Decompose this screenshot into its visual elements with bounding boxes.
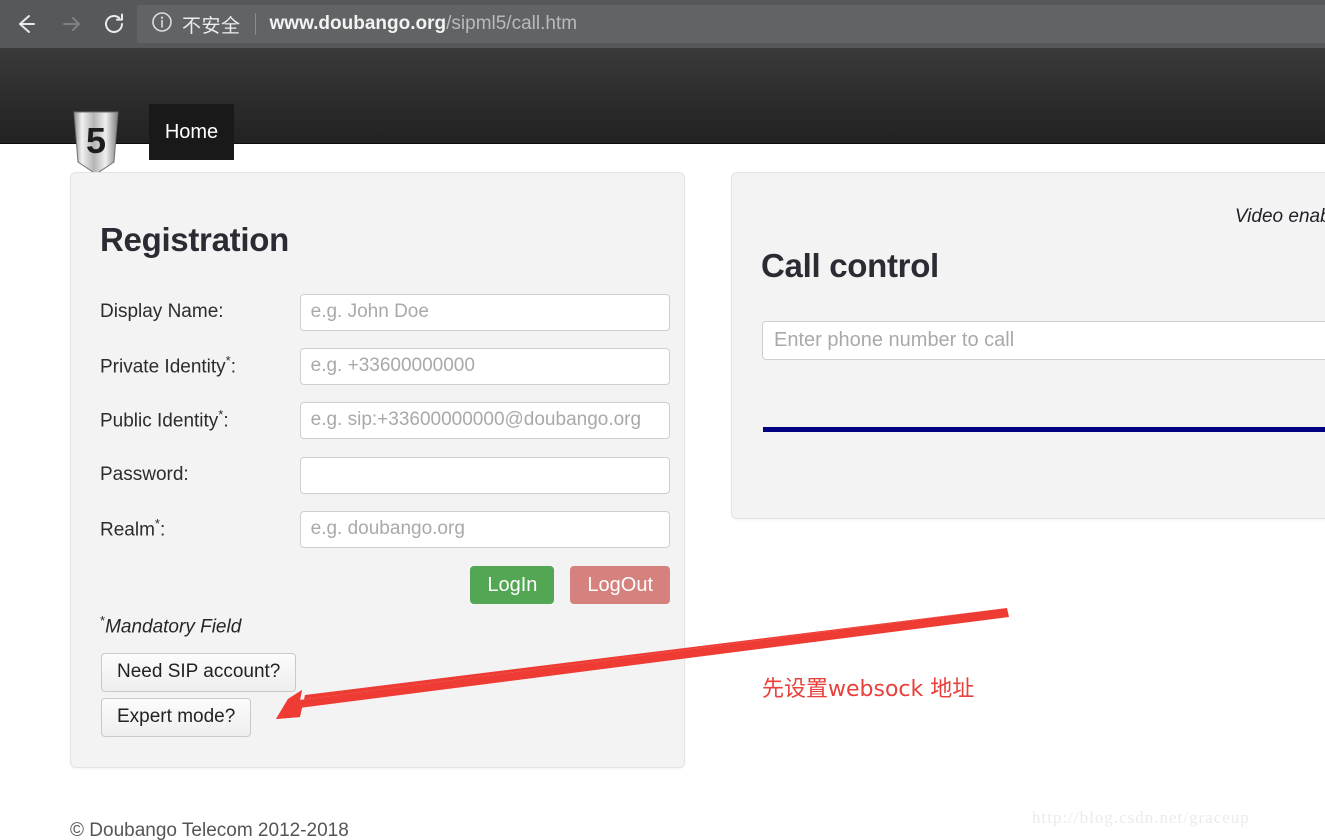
- registration-title: Registration: [100, 221, 289, 258]
- display-name-input[interactable]: [299, 293, 670, 331]
- expert-mode-button[interactable]: Expert mode?: [101, 698, 252, 737]
- info-circle-icon[interactable]: [151, 11, 173, 38]
- realm-label-text: Realm: [100, 519, 155, 541]
- nav-item-home-label: Home: [164, 120, 219, 143]
- auth-button-row: LogIn LogOut: [100, 566, 670, 604]
- form-row-private-identity: Private Identity*:: [100, 347, 670, 385]
- mandatory-field-note-text: Mandatory Field: [105, 616, 242, 638]
- forward-arrow-icon: [57, 11, 83, 37]
- call-control-panel: Video enabled Call control: [731, 172, 1325, 519]
- svg-text:5: 5: [86, 120, 106, 161]
- forward-button[interactable]: [50, 4, 90, 44]
- form-row-public-identity: Public Identity*:: [100, 401, 670, 439]
- mandatory-asterisk: *: [225, 353, 231, 369]
- display-name-label: Display Name:: [100, 301, 224, 322]
- browser-toolbar: 不安全 www.doubango.org/sipml5/call.htm: [0, 0, 1325, 48]
- call-control-title: Call control: [761, 247, 939, 284]
- nav-item-home[interactable]: Home: [149, 104, 234, 160]
- address-bar[interactable]: 不安全 www.doubango.org/sipml5/call.htm: [137, 5, 1325, 43]
- form-row-realm: Realm*:: [100, 510, 670, 548]
- reload-icon: [101, 11, 127, 37]
- url-path: /sipml5/call.htm: [446, 13, 578, 34]
- mandatory-asterisk: *: [218, 407, 224, 423]
- private-identity-input[interactable]: [299, 347, 670, 385]
- mandatory-asterisk: *: [154, 516, 160, 532]
- call-progress-bar: [763, 427, 1325, 432]
- page-root: 不安全 www.doubango.org/sipml5/call.htm 5 H…: [0, 0, 1325, 840]
- need-sip-account-button[interactable]: Need SIP account?: [101, 653, 297, 692]
- logout-button[interactable]: LogOut: [570, 566, 670, 604]
- public-identity-label: Public Identity*:: [100, 407, 229, 432]
- video-enabled-status: Video enabled: [1234, 206, 1325, 227]
- form-row-display-name: Display Name:: [100, 293, 670, 331]
- omnibox-divider: [254, 13, 256, 35]
- password-label: Password:: [100, 464, 189, 485]
- reload-button[interactable]: [94, 4, 134, 44]
- password-input[interactable]: [299, 456, 670, 494]
- back-button[interactable]: [6, 4, 46, 44]
- url-text: www.doubango.org/sipml5/call.htm: [270, 13, 578, 35]
- private-identity-label: Private Identity*:: [100, 353, 237, 378]
- annotation-text: 先设置websock 地址: [762, 677, 975, 702]
- realm-input[interactable]: [299, 510, 670, 548]
- private-identity-label-text: Private Identity: [100, 356, 226, 378]
- public-identity-input[interactable]: [299, 401, 670, 439]
- phone-number-input[interactable]: [762, 321, 1325, 360]
- back-arrow-icon: [13, 11, 39, 37]
- footer-copyright: © Doubango Telecom 2012-2018: [70, 820, 349, 840]
- html5-logo-icon[interactable]: 5: [70, 110, 122, 178]
- form-row-password: Password:: [100, 456, 670, 494]
- public-identity-label-text: Public Identity: [100, 410, 219, 432]
- login-button[interactable]: LogIn: [470, 566, 555, 604]
- security-status-label: 不安全: [182, 14, 241, 37]
- realm-label: Realm*:: [100, 516, 166, 541]
- mandatory-field-note: *Mandatory Field: [100, 613, 241, 638]
- url-host: www.doubango.org: [269, 13, 447, 34]
- site-navbar: 5 Home: [0, 48, 1325, 175]
- registration-panel: Registration Display Name: Private Ident…: [70, 172, 685, 768]
- watermark-text: http://blog.csdn.net/graceup: [1032, 808, 1250, 827]
